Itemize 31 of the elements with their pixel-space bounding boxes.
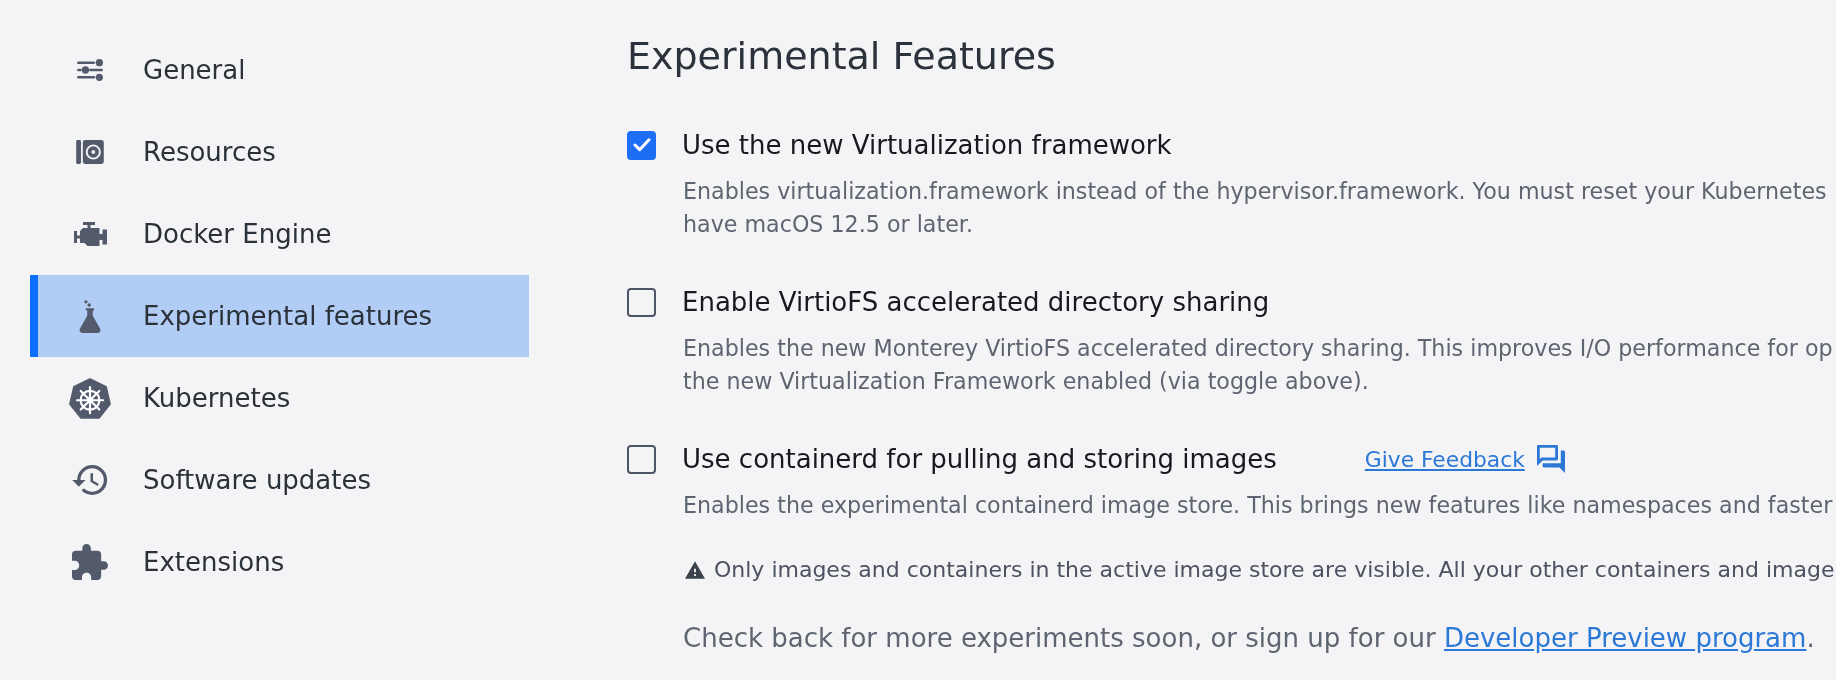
- feedback-link[interactable]: Give Feedback: [1364, 446, 1525, 472]
- history-clock-icon: [71, 465, 109, 495]
- checkbox[interactable]: [627, 444, 656, 474]
- helm-wheel-icon: [69, 377, 111, 419]
- sidebar-item[interactable]: Software updates: [30, 439, 529, 521]
- flask-icon: [79, 299, 101, 333]
- checkmark-icon: [632, 138, 651, 152]
- page-title: Experimental Features: [627, 33, 1057, 80]
- puzzle-piece-icon: [72, 544, 108, 580]
- sidebar-item[interactable]: Resources: [30, 111, 529, 193]
- feature-label: Use the new Virtualization framework: [682, 130, 1172, 160]
- feature-description: Enables virtualization.framework instead of the hypervisor.framework. You must reset your Kubernetes have macOS 12.5 or later.: [683, 177, 1828, 239]
- checkbox[interactable]: [627, 287, 656, 317]
- checkbox[interactable]: [627, 130, 656, 160]
- sidebar-item[interactable]: General: [30, 29, 529, 111]
- feature-label: Enable VirtioFS accelerated directory sharing: [682, 287, 1270, 317]
- footer-text: Check back for more experiments soon, or sign up for our Developer Preview program.: [683, 622, 1816, 655]
- warning-icon: [685, 560, 705, 579]
- feature-label: Use containerd for pulling and storing images: [682, 444, 1277, 474]
- sidebar-item[interactable]: Kubernetes: [30, 357, 529, 439]
- sliders-icon: [77, 59, 103, 81]
- sidebar-item[interactable]: Docker Engine: [30, 193, 529, 275]
- feature-description: Enables the new Monterey VirtioFS accelerated directory sharing. This improves I/O performance for op the new Virtualization Framework enabled (via toggle above).: [683, 334, 1834, 396]
- chat-bubbles-icon[interactable]: [1536, 445, 1565, 473]
- warning-text: Only images and containers in the active image store are visible. All your other containers and image: [714, 557, 1835, 582]
- feature-description: Enables the experimental containerd image store. This brings new features like namespaces and faster: [683, 491, 1834, 520]
- engine-icon: [73, 222, 107, 246]
- sidebar-item[interactable]: Experimental features: [30, 275, 529, 357]
- drive-icon: [76, 140, 104, 164]
- developer-preview-link[interactable]: Developer Preview program: [1443, 623, 1807, 653]
- sidebar-item[interactable]: Extensions: [30, 521, 529, 603]
